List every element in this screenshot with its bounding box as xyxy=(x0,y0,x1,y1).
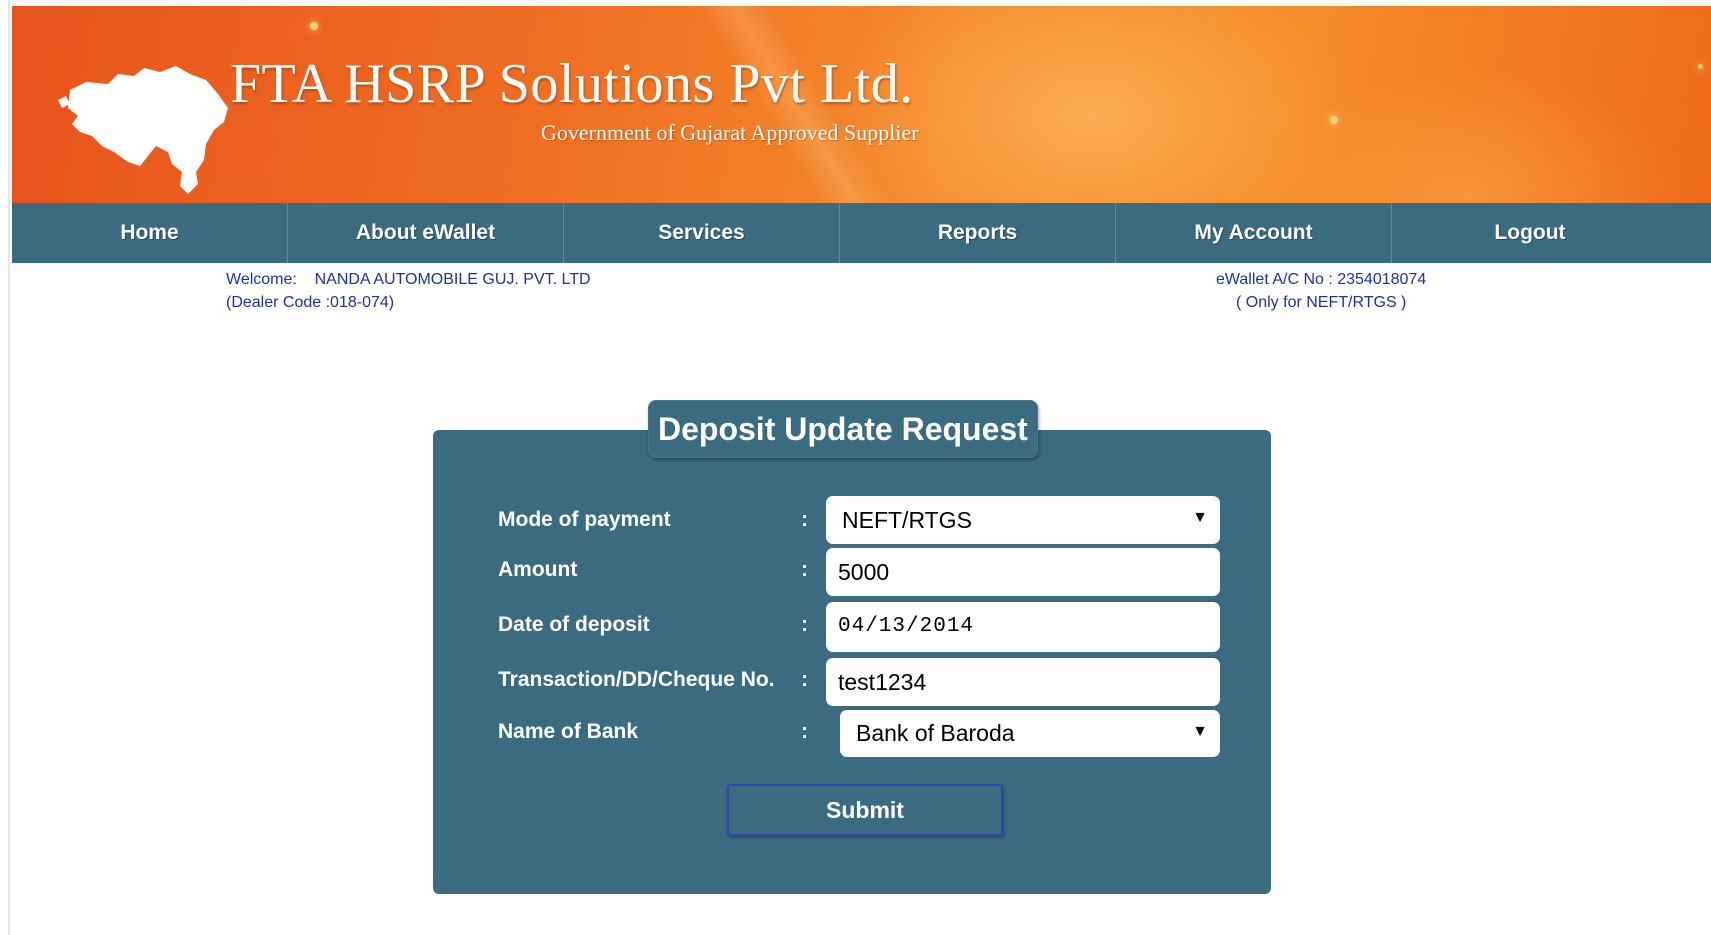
nav-home[interactable]: Home xyxy=(12,203,288,263)
ewallet-block: eWallet A/C No : 2354018074 ( Only for N… xyxy=(1216,268,1426,314)
field-colon: : xyxy=(801,613,808,636)
dealer-code: (Dealer Code :018-074) xyxy=(226,294,395,311)
page-left-border xyxy=(8,0,10,935)
header-banner: FTA HSRP Solutions Pvt Ltd. Government o… xyxy=(12,6,1711,203)
brand-title: FTA HSRP Solutions Pvt Ltd. xyxy=(230,53,914,115)
welcome-block: Welcome: NANDA AUTOMOBILE GUJ. PVT. LTD … xyxy=(226,268,591,314)
banner-sparkle xyxy=(1330,116,1338,124)
nav-services[interactable]: Services xyxy=(564,203,840,263)
field-colon: : xyxy=(801,508,808,531)
brand-subtitle: Government of Gujarat Approved Supplier xyxy=(541,120,919,145)
main-nav: Home About eWallet Services Reports My A… xyxy=(12,203,1711,263)
transaction-number-value: test1234 xyxy=(838,669,927,695)
date-of-deposit-input[interactable]: 04/13/2014 xyxy=(826,602,1220,652)
amount-value: 5000 xyxy=(838,559,890,585)
submit-button[interactable]: Submit xyxy=(727,784,1003,836)
amount-label: Amount xyxy=(498,558,578,581)
chevron-down-icon: ▼ xyxy=(1192,723,1208,740)
welcome-line: Welcome: NANDA AUTOMOBILE GUJ. PVT. LTD xyxy=(226,268,591,291)
field-colon: : xyxy=(801,668,808,691)
ewallet-line: eWallet A/C No : 2354018074 xyxy=(1216,268,1426,291)
nav-my-account[interactable]: My Account xyxy=(1116,203,1392,263)
ewallet-note: ( Only for NEFT/RTGS ) xyxy=(1236,294,1407,311)
ewallet-label: eWallet A/C No : xyxy=(1216,271,1333,288)
date-of-deposit-label: Date of deposit xyxy=(498,613,650,636)
field-colon: : xyxy=(801,720,808,743)
nav-logout[interactable]: Logout xyxy=(1392,203,1668,263)
gujarat-map-icon xyxy=(58,66,228,194)
form-title: Deposit Update Request xyxy=(648,400,1038,458)
mode-of-payment-label: Mode of payment xyxy=(498,508,671,531)
amount-input[interactable]: 5000 xyxy=(826,548,1220,596)
name-of-bank-label: Name of Bank xyxy=(498,720,639,743)
nav-about-ewallet[interactable]: About eWallet xyxy=(288,203,564,263)
name-of-bank-value: Bank of Baroda xyxy=(856,720,1015,746)
dealer-name: NANDA AUTOMOBILE GUJ. PVT. LTD xyxy=(314,271,591,288)
field-colon: : xyxy=(801,558,808,581)
banner-sparkle xyxy=(1698,64,1703,69)
mode-of-payment-select[interactable]: NEFT/RTGS ▼ xyxy=(826,496,1220,544)
date-of-deposit-value: 04/13/2014 xyxy=(838,615,975,638)
banner-sparkle xyxy=(310,22,318,30)
ewallet-number: 2354018074 xyxy=(1337,271,1427,288)
name-of-bank-select[interactable]: Bank of Baroda ▼ xyxy=(840,710,1220,757)
transaction-number-label: Transaction/DD/Cheque No. xyxy=(498,668,775,691)
welcome-label: Welcome: xyxy=(226,271,297,288)
mode-of-payment-value: NEFT/RTGS xyxy=(842,507,972,533)
nav-reports[interactable]: Reports xyxy=(840,203,1116,263)
chevron-down-icon: ▼ xyxy=(1192,509,1208,526)
transaction-number-input[interactable]: test1234 xyxy=(826,658,1220,706)
